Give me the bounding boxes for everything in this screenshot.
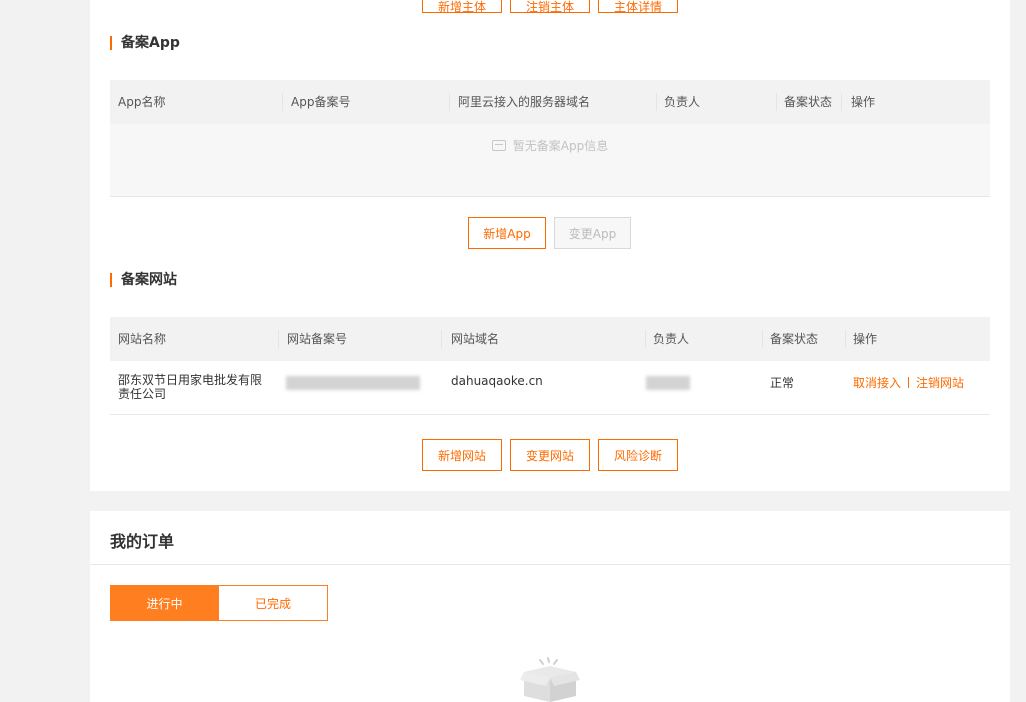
change-app-button: 变更App [554,217,631,249]
site-name: 邵东双节日用家电批发有限责任公司 [118,373,263,401]
cancel-access-link[interactable]: 取消接入 [853,376,901,390]
col-site-domain: 网站域名 [451,332,500,346]
col-site-owner: 负责人 [653,332,690,346]
col-actions: 操作 [851,95,876,109]
app-table-header: App名称 App备案号 阿里云接入的服务器域名 负责人 备案状态 操作 [110,80,990,124]
tab-in-progress[interactable]: 进行中 [110,585,219,621]
site-table-header: 网站名称 网站备案号 网站域名 负责人 备案状态 操作 [110,317,990,361]
app-empty-text: 暂无备案App信息 [512,139,609,153]
cancel-entity-button[interactable]: 注销主体 [510,0,590,14]
orders-title: 我的订单 [110,532,175,551]
col-site-name: 网站名称 [118,332,167,346]
risk-diagnosis-button[interactable]: 风险诊断 [598,439,678,471]
site-table: 网站名称 网站备案号 网站域名 负责人 备案状态 操作 邵东双节日用家电批发有限… [110,317,990,415]
deregister-site-link[interactable]: 注销网站 [916,376,964,390]
empty-box-icon [520,657,580,702]
redacted-filing-number [286,376,420,390]
add-app-button[interactable]: 新增App [468,217,546,249]
col-owner: 负责人 [664,95,701,109]
add-site-button[interactable]: 新增网站 [422,439,502,471]
col-site-actions: 操作 [853,332,878,346]
col-app-name: App名称 [118,95,166,109]
action-divider [908,377,910,388]
redacted-owner [646,376,690,390]
entity-detail-button[interactable]: 主体详情 [598,0,678,14]
col-site-status: 备案状态 [770,332,819,346]
col-app-filing-number: App备案号 [291,95,351,109]
empty-inbox-icon [491,140,506,151]
col-site-filing-number: 网站备案号 [287,332,348,346]
site-section-title: 备案网站 [110,273,177,287]
site-actions: 取消接入 注销网站 [853,374,964,391]
change-site-button[interactable]: 变更网站 [510,439,590,471]
orders-panel: 我的订单 进行中 已完成 [90,511,1010,702]
orders-divider [90,564,1010,565]
site-domain: dahuaqaoke.cn [451,374,543,388]
col-server-domain: 阿里云接入的服务器域名 [458,95,591,109]
site-status: 正常 [770,376,795,390]
add-entity-button[interactable]: 新增主体 [422,0,502,14]
app-table-empty: 暂无备案App信息 [110,124,990,197]
tab-completed[interactable]: 已完成 [218,585,328,621]
table-row: 邵东双节日用家电批发有限责任公司 dahuaqaoke.cn 正常 取消接入 注销… [110,361,990,415]
col-status: 备案状态 [784,95,833,109]
app-section-title: 备案App [110,36,180,50]
app-table: App名称 App备案号 阿里云接入的服务器域名 负责人 备案状态 操作 暂无备… [110,80,990,197]
filing-panel: 新增主体 注销主体 主体详情 备案App App名称 App备案号 阿里云接入的… [90,0,1010,491]
